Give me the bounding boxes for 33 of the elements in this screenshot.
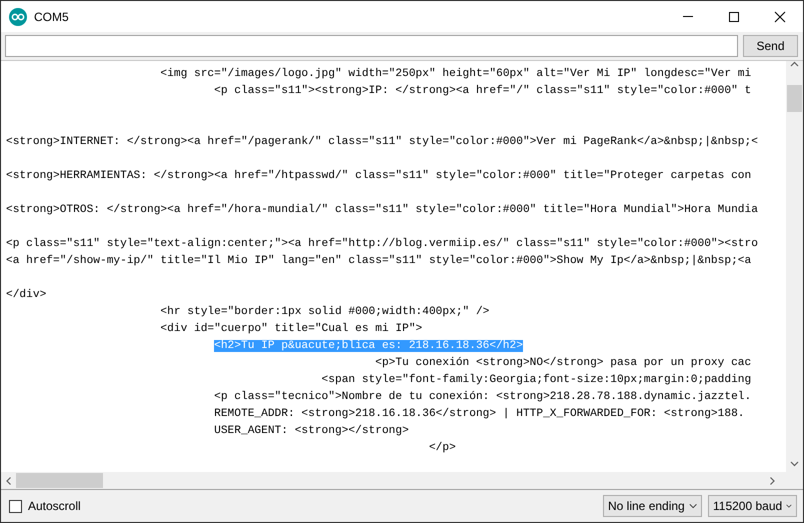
line-ending-dropdown[interactable]: No line ending (603, 495, 702, 517)
autoscroll-checkbox[interactable] (9, 500, 22, 512)
output-line: <hr style="border:1px solid #000;width:400px;" /> (160, 306, 490, 318)
output-line: <p class="s11" style="text-align:center;"><a href="http://blog.vermiip.es/" class="s11" style="color:#000"><stro (6, 238, 758, 250)
output-line: <div id="cuerpo" title="Cual es mi IP"> (160, 323, 422, 335)
window-title: COM5 (34, 10, 70, 24)
output-line: <strong>OTROS: </strong><a href="/hora-mundial/" class="s11" style="color:#000" title="Hora Mundial">Hora Mundia (6, 204, 758, 216)
output-line: REMOTE_ADDR: <strong>218.16.18.36</strong> | HTTP_X_FORWARDED_FOR: <strong>188. (214, 408, 744, 420)
scrollbar-thumb[interactable] (787, 85, 802, 112)
input-field[interactable] (5, 35, 738, 57)
vertical-scrollbar[interactable] (786, 61, 803, 472)
baud-rate-dropdown[interactable]: 115200 baud (708, 495, 797, 517)
output-line: </div> (6, 289, 46, 301)
output-line: <span style="font-family:Georgia;font-size:10px;margin:0;padding (322, 374, 752, 386)
output-line: <strong>HERRAMIENTAS: </strong><a href="/htpasswd/" class="s11" style="color:#000" title="Proteger carpetas con (6, 170, 752, 182)
output-line: <p class="s11"><strong>IP: </strong><a href="/" class="s11" style="color:#000" t (214, 85, 752, 97)
close-icon (774, 10, 786, 22)
autoscroll-label: Autoscroll (28, 499, 81, 513)
minimize-icon (683, 16, 693, 17)
scrollbar-thumb[interactable] (16, 473, 103, 488)
output-line: <p>Tu conexión <strong>NO</strong> pasa por un proxy cac (375, 357, 752, 369)
chevron-down-icon (688, 503, 697, 509)
horizontal-scrollbar[interactable] (1, 472, 803, 489)
output-line: <strong>INTERNET: </strong><a href="/pagerank/" class="s11" style="color:#000">Ver mi PageRank</a>&nbsp;|&nbsp;< (6, 136, 758, 148)
output-line: </p> (428, 442, 456, 454)
send-button[interactable]: Send (743, 35, 798, 57)
app-logo-icon (9, 8, 27, 26)
chevron-down-icon (786, 503, 792, 509)
output-line: <img src="/images/logo.jpg" width="250px" height="60px" alt="Ver Mi IP" longdesc="Ver mi (160, 68, 752, 80)
output-line: USER_AGENT: <strong></strong> (214, 425, 409, 437)
output-line: <a href="/show-my-ip/" title="Il Mio IP" lang="en" class="s11" style="color:#000">Show My Ip</a>&nbsp;|&nbsp;<a (6, 255, 752, 267)
output-line: <p class="tecnico">Nombre de tu conexión: <strong>218.28.78.188.dynamic.jazztel. (214, 391, 752, 403)
maximize-icon (728, 10, 740, 22)
